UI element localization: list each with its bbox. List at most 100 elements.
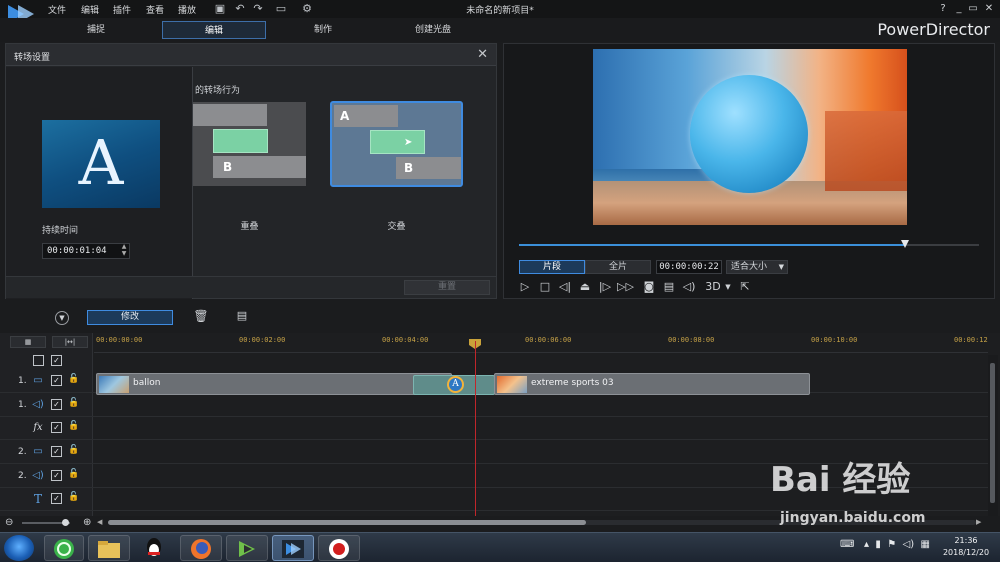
taskbar-app-qq-icon[interactable] (134, 535, 174, 561)
watermark-logo: Bai 经验 (770, 460, 911, 500)
tab-capture[interactable]: 捕捉 (44, 21, 148, 39)
minimize-button[interactable]: _ (952, 2, 966, 16)
modify-button[interactable]: 修改 (87, 310, 173, 325)
network-icon[interactable]: ▦ (921, 539, 930, 550)
track-manager-icon[interactable]: ▦ (10, 336, 46, 348)
lock-icon[interactable]: 🔓 (68, 421, 80, 433)
ruler-tick: 00:00:12 (954, 336, 988, 344)
zoom-select[interactable]: 适合大小 ▼ (726, 260, 788, 274)
taskbar-app-recorder-icon[interactable] (318, 535, 360, 561)
play-icon[interactable]: ▷ (517, 280, 533, 294)
undock-icon[interactable]: ⇱ (737, 280, 753, 294)
reset-button[interactable]: 重置 (404, 280, 490, 295)
snapshot-icon[interactable]: ◙ (641, 280, 657, 294)
start-button[interactable] (4, 535, 34, 561)
menu-edit[interactable]: 编辑 (81, 3, 99, 16)
lock-icon[interactable]: 🔓 (68, 398, 80, 410)
video-track-icon: ▭ (33, 375, 43, 386)
behavior-crossfade-card[interactable]: A B ➤ (330, 101, 463, 187)
keyboard-icon[interactable]: ⌨ (840, 539, 854, 550)
restore-button[interactable]: ▭ (966, 2, 980, 16)
taskbar-app-camtasia-icon[interactable] (226, 535, 268, 561)
track-check-all[interactable]: ✓ (51, 355, 62, 366)
track-enable-checkbox[interactable]: ✓ (51, 399, 62, 410)
lock-icon[interactable]: 🔓 (68, 374, 80, 386)
aspect-ratio-icon[interactable]: ▭ (272, 2, 290, 16)
overlap-caption: 重叠 (240, 222, 259, 232)
close-button[interactable]: ✕ (982, 2, 996, 16)
track-enable-checkbox[interactable]: ✓ (51, 375, 62, 386)
taskbar-app-powerdirector-icon[interactable] (272, 535, 314, 561)
ruler-tick: 00:00:06:00 (525, 336, 572, 344)
tab-create-disc[interactable]: 创建光盘 (381, 21, 485, 39)
transition-badge-icon[interactable]: A (447, 376, 464, 393)
mode-bar (0, 18, 1000, 42)
menu-view[interactable]: 查看 (146, 3, 164, 16)
behavior-overlap-card[interactable]: B (193, 102, 306, 186)
track-enable-checkbox[interactable]: ✓ (51, 422, 62, 433)
duration-label: 持续时间 (42, 226, 79, 236)
panel-close-icon[interactable]: ✕ (477, 47, 488, 62)
tab-edit[interactable]: 编辑 (162, 21, 266, 39)
subtitles-icon[interactable]: ▤ (661, 280, 677, 294)
fast-forward-icon[interactable]: ▷▷ (617, 280, 634, 294)
preferences-icon[interactable]: ⚙ (300, 2, 314, 16)
taskbar-clock[interactable]: 21:36 2018/12/20 (938, 535, 994, 559)
track-enable-checkbox[interactable]: ✓ (51, 470, 62, 481)
taskbar-app-explorer-icon[interactable] (88, 535, 130, 561)
panel-title: 转场设置 (14, 53, 51, 63)
next-frame-icon[interactable]: |▷ (597, 280, 613, 294)
menu-file[interactable]: 文件 (48, 3, 66, 16)
timeline-ruler[interactable]: 00:00:00:00 00:00:02:00 00:00:04:00 00:0… (94, 333, 988, 353)
tray-expand-icon[interactable]: ▴ (864, 539, 869, 550)
track-number: 2. (18, 471, 27, 481)
video-clip-ballon[interactable]: ballon (96, 373, 452, 395)
menu-plugins[interactable]: 插件 (113, 3, 131, 16)
zoom-slider-knob[interactable] (62, 519, 69, 526)
fit-timeline-icon[interactable]: |↔| (52, 336, 88, 348)
taskbar-app-firefox-icon[interactable] (180, 535, 222, 561)
video-clip-extreme-sports[interactable]: extreme sports 03 (494, 373, 810, 395)
duration-stepper[interactable]: ▲ ▼ (118, 243, 130, 259)
chevron-down-icon[interactable]: ▼ (720, 280, 736, 294)
battery-icon[interactable]: ▮ (875, 539, 881, 550)
clip-menu-icon[interactable]: ▤ (234, 309, 250, 325)
stop-icon[interactable]: □ (537, 280, 553, 294)
lock-icon[interactable]: 🔓 (68, 469, 80, 481)
timecode-display[interactable]: 00:00:00:22 (656, 260, 722, 274)
split-icon[interactable]: ⏏ (577, 280, 593, 294)
scroll-thumb[interactable] (108, 520, 586, 525)
flag-icon[interactable]: ⚑ (887, 539, 896, 550)
watermark-url: jingyan.baidu.com (780, 510, 926, 526)
zoom-out-icon[interactable]: ⊖ (5, 517, 13, 528)
lock-icon[interactable]: 🔓 (68, 445, 80, 457)
title-bar: 文件 编辑 插件 查看 播放 ▣ ↶ ↷ ▭ ⚙ 未命名的新项目* ? _ ▭ … (0, 0, 1000, 23)
collapse-icon[interactable]: ▼ (55, 311, 69, 325)
track-toggle-all[interactable] (33, 355, 44, 366)
movie-mode-button[interactable]: 全片 (585, 260, 651, 274)
clip-label: ballon (133, 378, 161, 388)
volume-icon[interactable]: ◁) (681, 280, 697, 294)
tab-produce[interactable]: 制作 (271, 21, 375, 39)
trash-icon[interactable]: 🗑 (193, 309, 209, 325)
help-icon[interactable]: ? (936, 2, 950, 16)
volume-icon[interactable]: ◁) (903, 539, 915, 550)
menu-playback[interactable]: 播放 (178, 3, 196, 16)
scroll-left-icon[interactable]: ◀ (97, 518, 102, 526)
track-enable-checkbox[interactable]: ✓ (51, 446, 62, 457)
undo-icon[interactable]: ↶ (233, 2, 247, 16)
save-icon[interactable]: ▣ (213, 2, 227, 16)
preview-scrubber-handle[interactable] (901, 240, 910, 248)
duration-field[interactable]: 00:00:01:04 (42, 243, 130, 259)
track-enable-checkbox[interactable]: ✓ (51, 493, 62, 504)
preview-video-frame[interactable] (593, 49, 907, 225)
preview-progress-bar[interactable] (519, 244, 979, 246)
clip-mode-button[interactable]: 片段 (519, 260, 585, 274)
previous-frame-icon[interactable]: ◁| (557, 280, 573, 294)
zoom-in-icon[interactable]: ⊕ (83, 517, 91, 528)
redo-icon[interactable]: ↷ (251, 2, 265, 16)
lock-icon[interactable]: 🔓 (68, 492, 80, 504)
panel-header: 转场设置 ✕ (6, 44, 496, 66)
preview-panel: 片段 全片 00:00:00:22 适合大小 ▼ ▷ □ ◁| ⏏ |▷ ▷▷ … (503, 43, 995, 299)
taskbar-app-360-icon[interactable] (44, 535, 84, 561)
